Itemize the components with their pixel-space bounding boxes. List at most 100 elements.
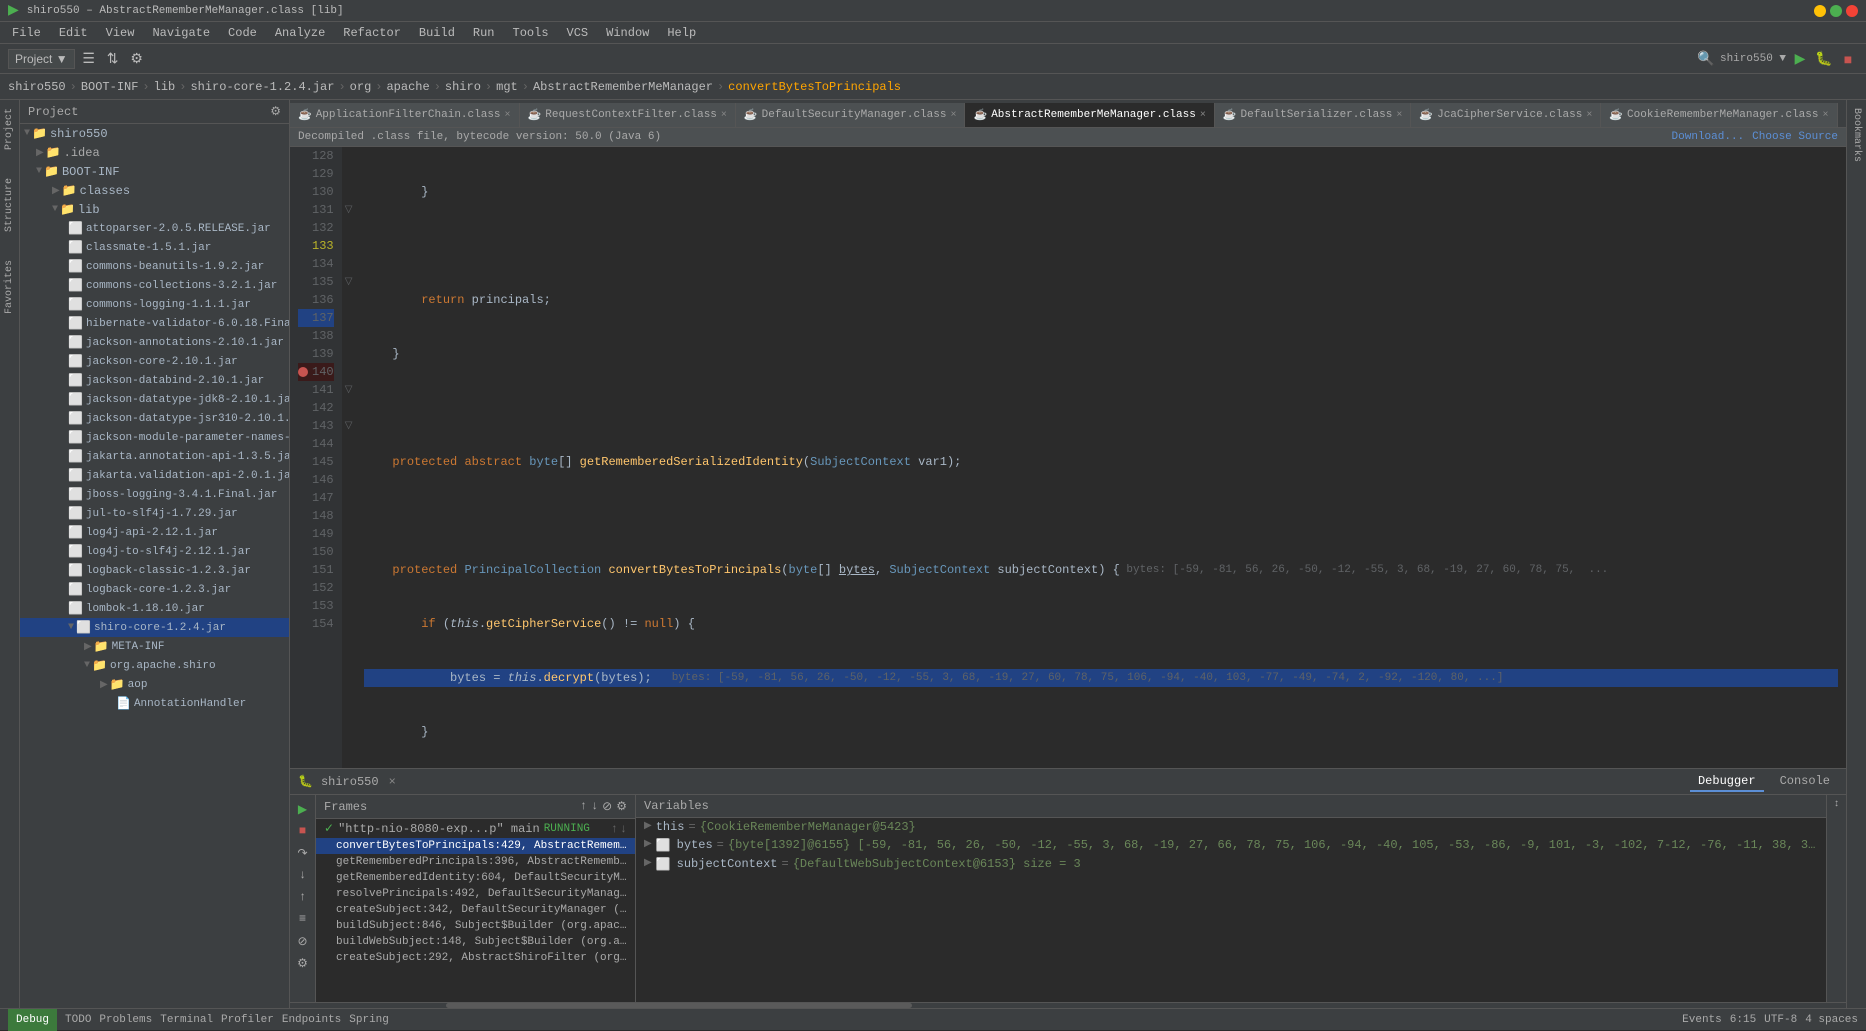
- breadcrumb-mgt[interactable]: mgt: [496, 80, 518, 94]
- breadcrumb-bootinf[interactable]: BOOT-INF: [81, 80, 139, 94]
- tree-commons-collections[interactable]: ⬜commons-collections-3.2.1.jar: [20, 276, 289, 295]
- frame-7[interactable]: createSubject:292, AbstractShiroFilter (…: [316, 950, 635, 966]
- tab-default-serializer[interactable]: ☕ DefaultSerializer.class ×: [1215, 103, 1412, 127]
- toolbar-structure-btn[interactable]: ☰: [79, 49, 99, 69]
- menu-view[interactable]: View: [98, 24, 143, 42]
- tab-close-0[interactable]: ×: [505, 110, 511, 121]
- var-bytes[interactable]: ▶ ⬜ bytes = {byte[1392]@6155} [-59, -81,…: [636, 836, 1826, 855]
- status-profiler[interactable]: Profiler: [221, 1014, 274, 1026]
- tab-abstract-remember[interactable]: ☕ AbstractRememberMeManager.class ×: [965, 103, 1214, 127]
- breadcrumb-org[interactable]: org: [350, 80, 372, 94]
- tree-root[interactable]: ▼ 📁 shiro550: [20, 124, 289, 143]
- menu-file[interactable]: File: [4, 24, 49, 42]
- maximize-button[interactable]: [1830, 5, 1842, 17]
- download-link[interactable]: Download...: [1672, 131, 1745, 143]
- debug-resume-btn[interactable]: ▶: [293, 799, 313, 819]
- status-events[interactable]: Events: [1682, 1014, 1722, 1026]
- tree-jackson-databind[interactable]: ⬜jackson-databind-2.10.1.jar: [20, 371, 289, 390]
- tree-commons-beanutils[interactable]: ⬜commons-beanutils-1.9.2.jar: [20, 257, 289, 276]
- debug-stop-btn[interactable]: ■: [293, 821, 313, 841]
- project-selector[interactable]: Project ▼: [8, 49, 75, 69]
- tree-commons-logging[interactable]: ⬜commons-logging-1.1.1.jar: [20, 295, 289, 314]
- debug-settings-btn[interactable]: ⚙: [293, 953, 313, 973]
- breadcrumb-lib[interactable]: lib: [154, 80, 176, 94]
- side-right-label[interactable]: Bookmarks: [1849, 104, 1864, 166]
- var-bytes-expand[interactable]: ▶: [644, 838, 652, 850]
- tab-jca-cipher[interactable]: ☕ JcaCipherService.class ×: [1411, 103, 1601, 127]
- menu-window[interactable]: Window: [598, 24, 657, 42]
- tab-close-6[interactable]: ×: [1822, 110, 1828, 121]
- tree-jackson-jsr310[interactable]: ⬜jackson-datatype-jsr310-2.10.1.jar: [20, 409, 289, 428]
- minimize-button[interactable]: [1814, 5, 1826, 17]
- tree-jakarta-annotation[interactable]: ⬜jakarta.annotation-api-1.3.5.jar: [20, 447, 289, 466]
- breadcrumb-jar[interactable]: shiro-core-1.2.4.jar: [190, 80, 334, 94]
- menu-code[interactable]: Code: [220, 24, 265, 42]
- tab-close-4[interactable]: ×: [1396, 110, 1402, 121]
- thread-up-btn[interactable]: ↓: [620, 822, 627, 836]
- frame-4[interactable]: createSubject:342, DefaultSecurityManage…: [316, 902, 635, 918]
- tab-cookie-remember[interactable]: ☕ CookieRememberMeManager.class ×: [1601, 103, 1837, 127]
- menu-navigate[interactable]: Navigate: [144, 24, 218, 42]
- tab-application-filter[interactable]: ☕ ApplicationFilterChain.class ×: [290, 103, 520, 127]
- choose-source-link[interactable]: Choose Source: [1752, 131, 1838, 143]
- status-todo[interactable]: TODO: [65, 1014, 91, 1026]
- var-this-expand[interactable]: ▶: [644, 820, 652, 832]
- debug-eval-btn[interactable]: ≡: [293, 909, 313, 929]
- tree-shiro-core[interactable]: ▼ ⬜ shiro-core-1.2.4.jar: [20, 618, 289, 637]
- breadcrumb-shiro[interactable]: shiro: [445, 80, 481, 94]
- side-label-structure[interactable]: Structure: [2, 174, 17, 236]
- debug-tab-debugger[interactable]: Debugger: [1690, 772, 1764, 792]
- status-terminal[interactable]: Terminal: [160, 1014, 213, 1026]
- menu-run[interactable]: Run: [465, 24, 503, 42]
- tree-log4j-slf4j[interactable]: ⬜log4j-to-slf4j-2.12.1.jar: [20, 542, 289, 561]
- frame-3[interactable]: resolvePrincipals:492, DefaultSecurityMa…: [316, 886, 635, 902]
- tab-default-security[interactable]: ☕ DefaultSecurityManager.class ×: [736, 103, 966, 127]
- toolbar-sort-btn[interactable]: ⇅: [103, 49, 123, 69]
- debug-close-icon[interactable]: ×: [389, 775, 396, 789]
- tree-lib[interactable]: ▼ 📁 lib: [20, 200, 289, 219]
- status-debug[interactable]: Debug: [8, 1009, 57, 1031]
- tree-settings-icon[interactable]: ⚙: [270, 104, 281, 119]
- frame-0[interactable]: convertBytesToPrincipals:429, AbstractRe…: [316, 838, 635, 854]
- debug-step-into-btn[interactable]: ↓: [293, 865, 313, 885]
- tab-close-2[interactable]: ×: [950, 110, 956, 121]
- tree-jakarta-validation[interactable]: ⬜jakarta.validation-api-2.0.1.jar: [20, 466, 289, 485]
- tree-jackson-core[interactable]: ⬜jackson-core-2.10.1.jar: [20, 352, 289, 371]
- status-problems[interactable]: Problems: [99, 1014, 152, 1026]
- tab-close-5[interactable]: ×: [1586, 110, 1592, 121]
- tab-close-1[interactable]: ×: [721, 110, 727, 121]
- tab-request-context[interactable]: ☕ RequestContextFilter.class ×: [520, 103, 736, 127]
- debug-step-out-btn[interactable]: ↑: [293, 887, 313, 907]
- toolbar-debug-btn[interactable]: 🐛: [1814, 49, 1834, 69]
- tree-bootinf[interactable]: ▼ 📁 BOOT-INF: [20, 162, 289, 181]
- tree-jul-slf4j[interactable]: ⬜jul-to-slf4j-1.7.29.jar: [20, 504, 289, 523]
- debug-step-over-btn[interactable]: ↷: [293, 843, 313, 863]
- frame-2[interactable]: getRememberedIdentity:604, DefaultSecuri…: [316, 870, 635, 886]
- status-endpoints[interactable]: Endpoints: [282, 1014, 341, 1026]
- toolbar-settings-btn[interactable]: ⚙: [127, 49, 147, 69]
- frame-5[interactable]: buildSubject:846, Subject$Builder (org.a…: [316, 918, 635, 934]
- tree-meta-inf[interactable]: ▶📁META-INF: [20, 637, 289, 656]
- var-this[interactable]: ▶ this = {CookieRememberMeManager@5423}: [636, 818, 1826, 836]
- frame-6[interactable]: buildWebSubject:148, Subject$Builder (or…: [316, 934, 635, 950]
- menu-analyze[interactable]: Analyze: [267, 24, 333, 42]
- tree-idea[interactable]: ▶ 📁 .idea: [20, 143, 289, 162]
- tree-jackson-jdk8[interactable]: ⬜jackson-datatype-jdk8-2.10.1.jar: [20, 390, 289, 409]
- breadcrumb-shiro550[interactable]: shiro550: [8, 80, 66, 94]
- menu-build[interactable]: Build: [411, 24, 463, 42]
- frames-settings-btn[interactable]: ⚙: [616, 799, 627, 814]
- menu-tools[interactable]: Tools: [505, 24, 557, 42]
- thread-item[interactable]: ✓ "http-nio-8080-exp...p" main RUNNING ↑…: [316, 819, 635, 838]
- tree-classes[interactable]: ▶ 📁 classes: [20, 181, 289, 200]
- vars-scroll-up[interactable]: ↕: [1833, 799, 1839, 810]
- status-spring[interactable]: Spring: [349, 1014, 389, 1026]
- toolbar-stop-btn[interactable]: ■: [1838, 49, 1858, 69]
- tab-close-3[interactable]: ×: [1200, 110, 1206, 121]
- menu-refactor[interactable]: Refactor: [335, 24, 409, 42]
- toolbar-run-btn[interactable]: ▶: [1790, 49, 1810, 69]
- tree-log4j-api[interactable]: ⬜log4j-api-2.12.1.jar: [20, 523, 289, 542]
- side-label-project[interactable]: Project: [2, 104, 17, 154]
- var-subject-context[interactable]: ▶ ⬜ subjectContext = {DefaultWebSubjectC…: [636, 855, 1826, 874]
- tree-logback-core[interactable]: ⬜logback-core-1.2.3.jar: [20, 580, 289, 599]
- tree-logback-classic[interactable]: ⬜logback-classic-1.2.3.jar: [20, 561, 289, 580]
